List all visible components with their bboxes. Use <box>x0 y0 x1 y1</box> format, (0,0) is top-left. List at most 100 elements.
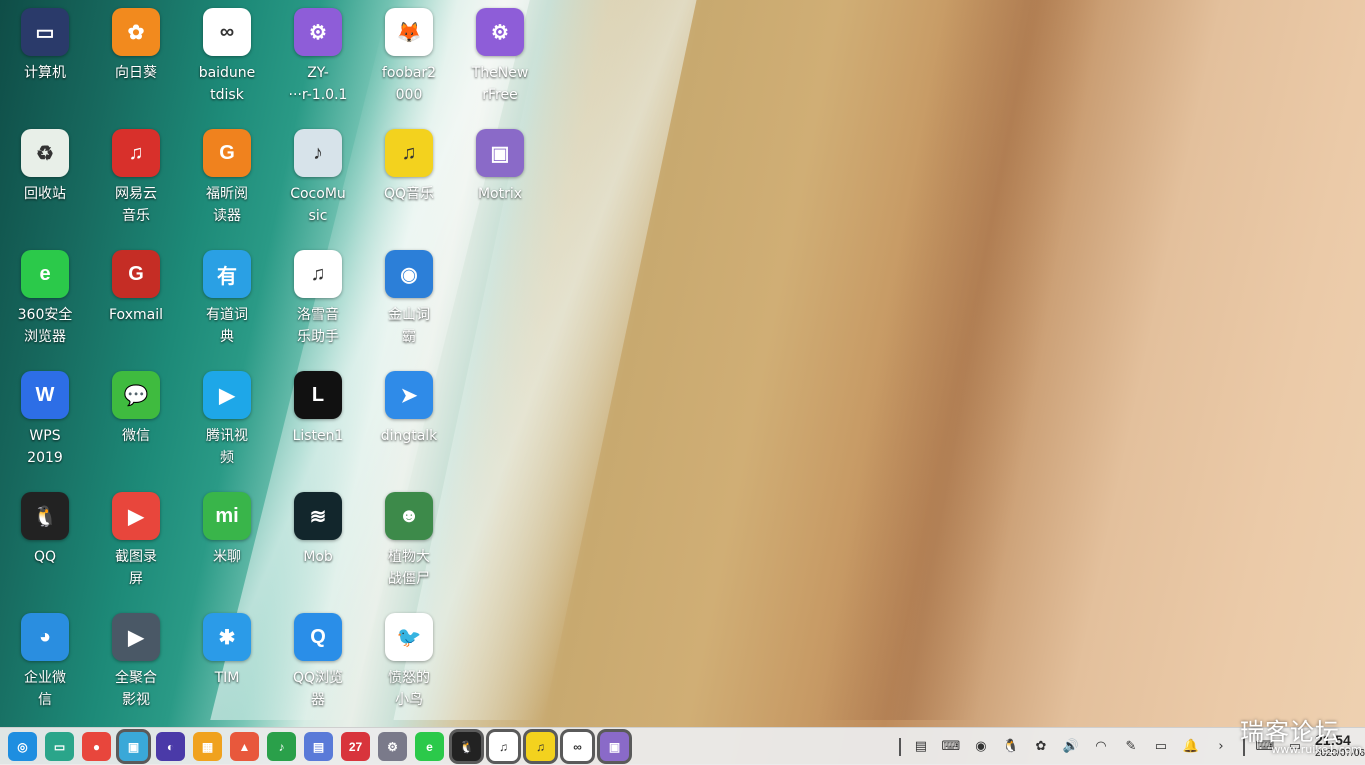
settings-icon[interactable]: ⚙ <box>378 732 407 761</box>
desktop-icon-label: QQ <box>33 549 57 565</box>
clock-time: 21:54 <box>1314 731 1351 748</box>
launcher-icon[interactable]: ◎ <box>8 732 37 761</box>
desktop-icon[interactable]: 🐦 愤怒的 小鸟 <box>364 605 454 720</box>
desktop-icon[interactable]: e 360安全 浏览器 <box>0 242 90 357</box>
recycle-bin-icon: ♻ <box>21 129 69 177</box>
desktop-icon-label: 福昕阅 读器 <box>206 186 248 224</box>
qq-task-icon[interactable]: 🐧 <box>452 732 481 761</box>
desktop-icon[interactable]: G 福昕阅 读器 <box>182 121 272 236</box>
desktop-icon[interactable]: ◕ 企业微 信 <box>0 605 90 720</box>
desktop-icon[interactable]: mi 米聊 <box>182 484 272 599</box>
listen1-icon: L <box>294 371 342 419</box>
desktop-icon-label: 米聊 <box>213 549 241 565</box>
desktop-icon-label: 计算机 <box>24 65 66 81</box>
desktop-icon-label: 全聚合 影视 <box>115 670 157 708</box>
show-desktop-icon[interactable]: ▭ <box>1285 737 1305 757</box>
expand-tray-chevron-icon[interactable]: › <box>1211 737 1231 757</box>
desktop-icon[interactable]: ◉ 金山词 霸 <box>364 242 454 357</box>
desktop-icon[interactable]: ⚙ TheNew rFree <box>455 0 545 115</box>
app-store-icon[interactable]: ▣ <box>119 732 148 761</box>
clipboard-icon[interactable]: ▤ <box>911 737 931 757</box>
shop-icon[interactable]: ▦ <box>193 732 222 761</box>
qq-music-tray-icon[interactable]: ◉ <box>971 737 991 757</box>
qq-tray-icon[interactable]: 🐧 <box>1001 737 1021 757</box>
screenshot-icon: ▶ <box>112 492 160 540</box>
desktop-icon-label: 洛雪音 乐助手 <box>297 307 339 345</box>
battery-icon[interactable]: ▭ <box>1151 737 1171 757</box>
desktop-icon[interactable]: ▶ 截图录 屏 <box>91 484 181 599</box>
miliao-icon: mi <box>203 492 251 540</box>
music-player-icon[interactable]: ♪ <box>267 732 296 761</box>
desktop-icon[interactable]: ≋ Mob <box>273 484 363 599</box>
desktop-icon-label: CocoMu sic <box>290 186 346 224</box>
desktop-icon[interactable]: 🦊 foobar2 000 <box>364 0 454 115</box>
desktop-icon[interactable]: ✱ TIM <box>182 605 272 720</box>
wps-icon: W <box>21 371 69 419</box>
lx-music-task-icon[interactable]: ♫ <box>489 732 518 761</box>
desktop-icon[interactable]: L Listen1 <box>273 363 363 478</box>
calendar-icon[interactable]: 27 <box>341 732 370 761</box>
cocomusic-icon: ♪ <box>294 129 342 177</box>
qq-icon: 🐧 <box>21 492 69 540</box>
foobar2000-icon: 🦊 <box>385 8 433 56</box>
sunflower-tray-icon[interactable]: ✿ <box>1031 737 1051 757</box>
wifi-icon[interactable]: ◠ <box>1091 737 1111 757</box>
desktop-icon[interactable]: ▶ 腾讯视 频 <box>182 363 272 478</box>
desktop-icon-label: ZY- ···r-1.0.1 <box>288 65 348 103</box>
desktop-icon[interactable]: ▣ Motrix <box>455 121 545 236</box>
motrix-task-icon[interactable]: ▣ <box>600 732 629 761</box>
desktop-icon-label: 向日葵 <box>115 65 157 81</box>
terminal-icon[interactable]: ▭ <box>45 732 74 761</box>
desktop-icon[interactable]: ♻ 回收站 <box>0 121 90 236</box>
onscreen-keyboard-icon[interactable]: ⌨ <box>1255 737 1275 757</box>
desktop-icon-label: foobar2 000 <box>381 65 437 103</box>
system-tray-right: ⌨ ▭ <box>1245 737 1305 757</box>
desktop-icon[interactable]: ✿ 向日葵 <box>91 0 181 115</box>
browser-icon[interactable]: ◐ <box>156 732 185 761</box>
baidu-netdisk-task-icon[interactable]: ∞ <box>563 732 592 761</box>
desktop-icon-label: 微信 <box>122 428 150 444</box>
wechat-icon: 💬 <box>112 371 160 419</box>
desktop-icon[interactable]: ▶ 全聚合 影视 <box>91 605 181 720</box>
qq-music-icon: ♫ <box>385 129 433 177</box>
desktop-icon[interactable]: 有有道词 典 <box>182 242 272 357</box>
volume-icon[interactable]: 🔊 <box>1061 737 1081 757</box>
desktop-icon-label: QQ音乐 <box>383 186 435 202</box>
desktop-icon[interactable]: W WPS 2019 <box>0 363 90 478</box>
qq-music-task-icon[interactable]: ♫ <box>526 732 555 761</box>
pen-icon[interactable]: ✎ <box>1121 737 1141 757</box>
desktop-icon[interactable]: ▭ 计算机 <box>0 0 90 115</box>
desktop-icon[interactable]: ⚙ ZY- ···r-1.0.1 <box>273 0 363 115</box>
keyboard-layout-icon[interactable]: ⌨ <box>941 737 961 757</box>
image-viewer-icon[interactable]: ▲ <box>230 732 259 761</box>
360-browser-task-icon[interactable]: e <box>415 732 444 761</box>
desktop-icon[interactable]: ♪ CocoMu sic <box>273 121 363 236</box>
desktop-icon[interactable]: ➤ dingtalk <box>364 363 454 478</box>
dingtalk-icon: ➤ <box>385 371 433 419</box>
baidu-netdisk-icon: ∞ <box>203 8 251 56</box>
clock[interactable]: 21:54 2020/07/06 <box>1314 731 1365 760</box>
video-aggregator-icon: ▶ <box>112 613 160 661</box>
jinshan-ciba-icon: ◉ <box>385 250 433 298</box>
screen-recorder-icon[interactable]: ● <box>82 732 111 761</box>
netease-music-icon: ♫ <box>112 129 160 177</box>
desktop-icon[interactable]: Q QQ浏览 器 <box>273 605 363 720</box>
desktop-icon-label: 愤怒的 小鸟 <box>388 670 430 708</box>
desktop-icon[interactable]: G Foxmail <box>91 242 181 357</box>
desktop-icon-label: 金山词 霸 <box>388 307 430 345</box>
angry-birds-icon: 🐦 <box>385 613 433 661</box>
desktop-icon[interactable]: ♫ QQ音乐 <box>364 121 454 236</box>
desktop-icon[interactable]: 💬 微信 <box>91 363 181 478</box>
document-viewer-icon[interactable]: ▤ <box>304 732 333 761</box>
desktop-icon-label: WPS 2019 <box>27 428 63 466</box>
taskbar-apps: ◎ ▭ ● ▣ ◐ ▦ ▲ ♪ ▤ 27 ⚙ e 🐧 ♫ ♫ ∞ ▣ <box>0 732 629 761</box>
desktop-icon-label: 360安全 浏览器 <box>17 307 73 345</box>
desktop-icon[interactable]: ∞ baidune tdisk <box>182 0 272 115</box>
desktop-icon-label: dingtalk <box>380 428 438 444</box>
desktop-icon[interactable]: ☻ 植物大 战僵尸 <box>364 484 454 599</box>
desktop-icon[interactable]: 🐧 QQ <box>0 484 90 599</box>
notification-bell-icon[interactable]: 🔔 <box>1181 737 1201 757</box>
desktop-icon[interactable]: ♫ 洛雪音 乐助手 <box>273 242 363 357</box>
desktop-icon[interactable]: ♫ 网易云 音乐 <box>91 121 181 236</box>
desktop-icon-label: Foxmail <box>109 307 163 323</box>
